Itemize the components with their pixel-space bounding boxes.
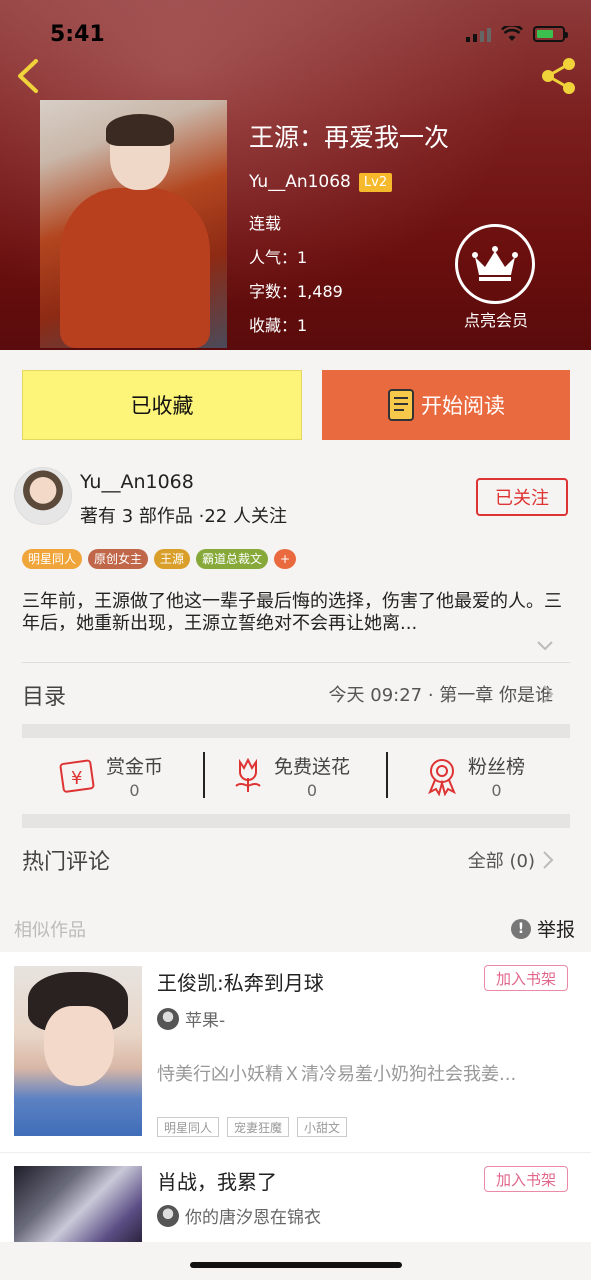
- report-button[interactable]: ! 举报: [510, 915, 575, 942]
- flower-icon: [235, 757, 261, 792]
- report-label: 举报: [536, 919, 575, 941]
- work-tag[interactable]: 小甜文: [297, 1117, 348, 1137]
- author-info: 著有 3 部作品 ·22 人关注: [80, 506, 287, 527]
- author-avatar[interactable]: [14, 467, 72, 525]
- work-tags: 明星同人 宠妻狂魔 小甜文: [157, 1117, 348, 1137]
- favorited-button[interactable]: 已收藏: [22, 370, 302, 440]
- fan-ranking[interactable]: 粉丝榜 0: [424, 752, 525, 800]
- book-favorites: 收藏：1: [249, 316, 308, 335]
- section-band: [22, 814, 570, 828]
- hot-comments-label: 热门评论: [22, 850, 111, 875]
- tag[interactable]: 霸道总裁文: [196, 549, 269, 569]
- work-author[interactable]: 苹果-: [157, 1006, 225, 1031]
- signal-icon: [466, 26, 491, 42]
- all-comments-link[interactable]: 全部 (0): [468, 847, 535, 873]
- start-reading-button[interactable]: 开始阅读: [322, 370, 570, 440]
- medal-icon: [428, 759, 456, 796]
- work-synopsis: 恃美行凶小妖精Ｘ清冷易羞小奶狗社会我姜...: [157, 1064, 517, 1085]
- follow-button[interactable]: 已关注: [476, 478, 568, 516]
- divider: [386, 752, 388, 798]
- back-button[interactable]: [14, 58, 42, 98]
- battery-icon: [533, 26, 568, 42]
- start-reading-label: 开始阅读: [421, 394, 505, 418]
- divider: [203, 752, 205, 798]
- work-author[interactable]: 你的唐汐恩在锦衣: [157, 1203, 321, 1228]
- similar-works-label: 相似作品: [14, 920, 86, 941]
- book-description[interactable]: 三年前，王源做了他这一辈子最后悔的选择，伤害了他最爱的人。三年后，她重新出现，王…: [22, 591, 562, 635]
- chevron-right-icon: [543, 685, 554, 703]
- tag[interactable]: 明星同人: [22, 549, 83, 569]
- crown-icon: [472, 246, 518, 281]
- latest-chapter[interactable]: 今天 09:27 · 第一章 你是谁: [329, 681, 553, 707]
- vip-button[interactable]: 点亮会员: [455, 224, 537, 331]
- tag-list: 明星同人 原创女主 王源 霸道总裁文 +: [22, 549, 297, 569]
- book-word-count: 字数：1,489: [249, 282, 343, 301]
- reward-coins-label: 赏金币: [106, 756, 164, 778]
- tag[interactable]: 原创女主: [88, 549, 149, 569]
- share-button[interactable]: [539, 56, 579, 100]
- add-tag-button[interactable]: +: [274, 549, 297, 569]
- section-band: [22, 724, 570, 738]
- book-header: 5:41 王源：再爱我一次 Yu__An1068 Lv2 连载 人气：1 字数：…: [0, 0, 591, 350]
- svg-text:¥: ¥: [71, 768, 82, 789]
- work-author-name: 你的唐汐恩在锦衣: [185, 1208, 321, 1228]
- wifi-icon: [501, 26, 523, 41]
- work-cover[interactable]: [14, 1166, 142, 1242]
- vip-label: 点亮会员: [463, 311, 528, 330]
- work-title[interactable]: 肖战，我累了: [157, 1166, 277, 1195]
- author-mini-avatar: [157, 1007, 179, 1030]
- book-title: 王源：再爱我一次: [249, 123, 450, 152]
- book-popularity: 人气：1: [249, 248, 308, 267]
- chevron-right-icon: [543, 851, 554, 869]
- book-author[interactable]: Yu__An1068: [249, 172, 351, 192]
- fan-ranking-label: 粉丝榜: [468, 756, 526, 778]
- toc-label[interactable]: 目录: [22, 679, 66, 711]
- free-flowers-label: 免费送花: [274, 756, 351, 778]
- add-to-shelf-button[interactable]: 加入书架: [484, 965, 568, 991]
- author-mini-avatar: [157, 1204, 179, 1227]
- author-name[interactable]: Yu__An1068: [80, 471, 194, 493]
- alert-icon: !: [510, 918, 531, 939]
- reward-coins-value: 0: [129, 781, 140, 800]
- status-bar: 5:41: [50, 22, 568, 50]
- gold-coin-icon: ¥: [59, 759, 95, 793]
- divider: [22, 662, 570, 663]
- book-icon: [388, 389, 414, 421]
- reward-coins[interactable]: ¥ 赏金币 0: [58, 752, 163, 800]
- work-tag[interactable]: 明星同人: [157, 1117, 220, 1137]
- free-flowers[interactable]: 免费送花 0: [230, 752, 350, 800]
- free-flowers-value: 0: [306, 781, 318, 800]
- book-status: 连载: [249, 214, 282, 233]
- level-badge: Lv2: [358, 172, 393, 192]
- work-tag[interactable]: 宠妻狂魔: [227, 1117, 290, 1137]
- work-cover[interactable]: [14, 966, 142, 1136]
- tag[interactable]: 王源: [154, 549, 191, 569]
- fan-ranking-value: 0: [491, 781, 502, 800]
- book-cover: [40, 100, 227, 348]
- work-author-name: 苹果-: [185, 1011, 226, 1031]
- expand-chevron-icon[interactable]: [536, 640, 554, 652]
- share-icon: [542, 58, 575, 94]
- add-to-shelf-button[interactable]: 加入书架: [484, 1166, 568, 1192]
- divider: [0, 1152, 591, 1153]
- home-indicator[interactable]: [190, 1262, 402, 1268]
- status-time: 5:41: [50, 22, 105, 47]
- back-arrow-icon: [18, 59, 38, 93]
- work-title[interactable]: 王俊凯:私奔到月球: [157, 967, 324, 996]
